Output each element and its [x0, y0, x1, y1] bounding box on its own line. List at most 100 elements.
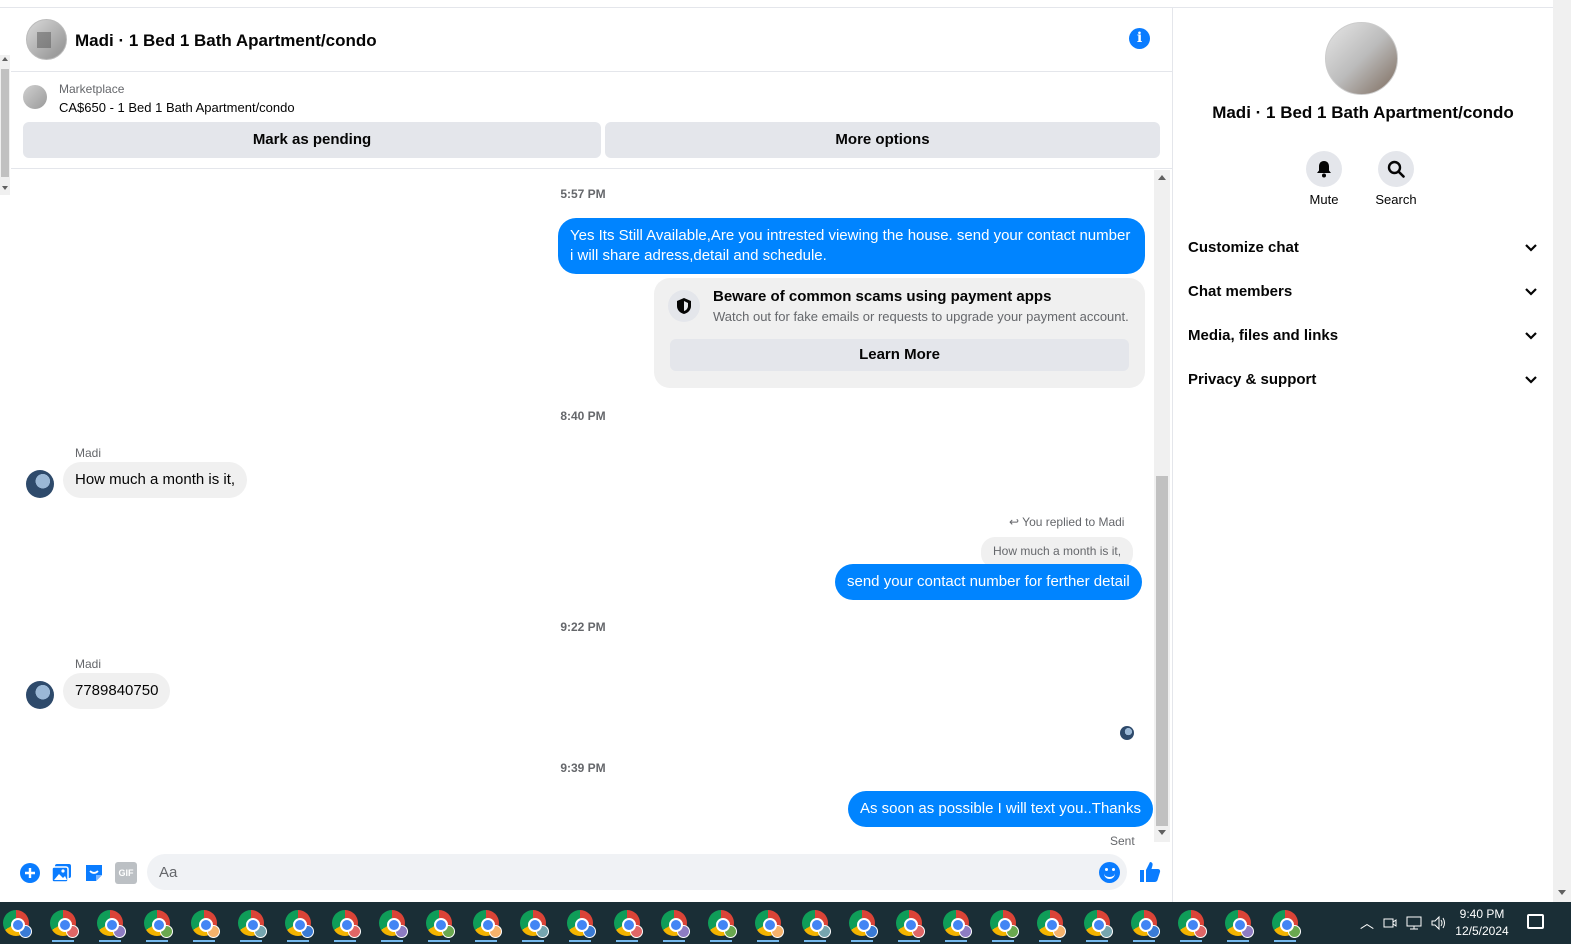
mark-as-pending-button[interactable]: Mark as pending — [23, 122, 601, 158]
more-options-button[interactable]: More options — [605, 122, 1160, 158]
bell-icon — [1317, 161, 1331, 178]
chrome-profile-icon[interactable] — [332, 910, 361, 942]
running-indicator — [240, 940, 262, 942]
chrome-profile-icon[interactable] — [3, 910, 32, 938]
incoming-message[interactable]: How much a month is it, — [63, 462, 248, 498]
running-indicator — [381, 940, 403, 942]
profile-badge-icon — [630, 925, 643, 938]
conversation-name: Madi · 1 Bed 1 Bath Apartment/condo — [1212, 103, 1514, 122]
sticker-icon[interactable] — [83, 862, 105, 884]
message-list[interactable]: 5:57 PM Yes Its Still Available,Are you … — [11, 170, 1172, 848]
profile-badge-icon — [771, 925, 784, 938]
scam-warning-title: Beware of common scams using payment app… — [713, 288, 1052, 305]
volume-icon[interactable] — [1430, 915, 1448, 931]
scroll-down-arrow-icon[interactable] — [2, 186, 8, 190]
chrome-profile-icon[interactable] — [1272, 910, 1301, 942]
running-indicator — [851, 940, 873, 942]
chrome-profile-icon[interactable] — [426, 910, 455, 942]
message-input[interactable] — [147, 854, 1127, 890]
listing-profile-picture[interactable] — [1325, 22, 1398, 95]
profile-badge-icon — [348, 925, 361, 938]
left-scrollbar[interactable] — [0, 55, 10, 195]
plus-icon[interactable] — [19, 862, 41, 884]
chrome-profile-icon[interactable] — [1131, 910, 1160, 942]
show-hidden-icons-chevron-icon[interactable]: ︿ — [1360, 913, 1374, 933]
outgoing-message[interactable]: send your contact number for ferther det… — [835, 564, 1142, 600]
privacy-support-section[interactable]: Privacy & support — [1188, 368, 1538, 392]
emoji-icon[interactable] — [1099, 862, 1120, 883]
profile-badge-icon — [1288, 925, 1301, 938]
message-scrollbar[interactable] — [1154, 170, 1170, 842]
meet-now-icon[interactable] — [1383, 915, 1397, 931]
sender-avatar[interactable] — [26, 470, 54, 498]
search-button[interactable] — [1378, 151, 1414, 187]
listing-thumbnail[interactable] — [23, 85, 47, 109]
profile-badge-icon — [1053, 925, 1066, 938]
system-clock[interactable]: 9:40 PM 12/5/2024 — [1448, 906, 1516, 940]
running-indicator — [1133, 940, 1155, 942]
running-indicator — [663, 940, 685, 942]
learn-more-button[interactable]: Learn More — [670, 339, 1129, 371]
window-top-strip — [0, 0, 1571, 8]
chrome-profile-icon[interactable] — [379, 910, 408, 942]
scroll-up-arrow-icon[interactable] — [2, 57, 8, 61]
gif-icon[interactable]: GIF — [115, 862, 137, 884]
chrome-profile-icon[interactable] — [943, 910, 972, 942]
running-indicator — [146, 940, 168, 942]
network-icon[interactable] — [1406, 915, 1424, 931]
chrome-profile-icon[interactable] — [661, 910, 690, 942]
chat-panel: Madi · 1 Bed 1 Bath Apartment/condo i Ma… — [11, 8, 1173, 902]
running-indicator — [475, 940, 497, 942]
chrome-profile-icon[interactable] — [520, 910, 549, 942]
notification-center-icon[interactable] — [1527, 914, 1544, 929]
chrome-profile-icon[interactable] — [708, 910, 737, 942]
section-label: Media, files and links — [1188, 327, 1339, 344]
chevron-down-icon — [1525, 332, 1537, 340]
chrome-profile-icon[interactable] — [849, 910, 878, 942]
chrome-profile-icon[interactable] — [238, 910, 267, 942]
chrome-profile-icon[interactable] — [1225, 910, 1254, 942]
scrollbar-thumb[interactable] — [1156, 476, 1168, 826]
chrome-profile-icon[interactable] — [1084, 910, 1113, 942]
outgoing-message[interactable]: Yes Its Still Available,Are you intreste… — [558, 218, 1145, 274]
chrome-profile-icon[interactable] — [802, 910, 831, 942]
chrome-profile-icon[interactable] — [191, 910, 220, 942]
chrome-profile-icon[interactable] — [285, 910, 314, 942]
chrome-profile-icon[interactable] — [1178, 910, 1207, 942]
running-indicator — [757, 940, 779, 942]
chat-title[interactable]: Madi · 1 Bed 1 Bath Apartment/condo — [75, 31, 377, 51]
chrome-profile-icon[interactable] — [990, 910, 1019, 942]
media-files-links-section[interactable]: Media, files and links — [1188, 324, 1538, 348]
incoming-message[interactable]: 7789840750 — [63, 673, 171, 709]
running-indicator — [99, 940, 121, 942]
chat-members-section[interactable]: Chat members — [1188, 280, 1538, 304]
chrome-profile-icon[interactable] — [614, 910, 643, 942]
reply-arrow-icon: ↩ — [1009, 515, 1023, 529]
chrome-profile-icon[interactable] — [567, 910, 596, 942]
listing-avatar[interactable] — [26, 19, 67, 60]
mute-button[interactable] — [1306, 151, 1342, 187]
outgoing-message[interactable]: As soon as possible I will text you..Tha… — [848, 791, 1153, 827]
chrome-profile-icon[interactable] — [1037, 910, 1066, 942]
chrome-profile-icon[interactable] — [755, 910, 784, 942]
page-scrollbar[interactable] — [1553, 0, 1571, 902]
listing-title[interactable]: CA$650 - 1 Bed 1 Bath Apartment/condo — [59, 100, 295, 115]
customize-chat-section[interactable]: Customize chat — [1188, 236, 1538, 260]
thumbs-up-icon[interactable] — [1138, 860, 1162, 884]
chrome-profile-icon[interactable] — [50, 910, 79, 942]
scroll-up-arrow-icon[interactable] — [1158, 175, 1166, 180]
chrome-profile-icon[interactable] — [473, 910, 502, 942]
chrome-profile-icon[interactable] — [97, 910, 126, 942]
section-label: Customize chat — [1188, 239, 1299, 256]
info-icon[interactable]: i — [1129, 28, 1150, 49]
chrome-profile-icon[interactable] — [896, 910, 925, 942]
scroll-down-arrow-icon[interactable] — [1158, 830, 1166, 835]
running-indicator — [804, 940, 826, 942]
sender-avatar[interactable] — [26, 681, 54, 709]
profile-badge-icon — [912, 925, 925, 938]
message-composer: GIF — [11, 846, 1172, 902]
photo-icon[interactable] — [51, 862, 73, 884]
scrollbar-thumb[interactable] — [1, 69, 9, 177]
chrome-profile-icon[interactable] — [144, 910, 173, 942]
scroll-down-arrow-icon[interactable] — [1558, 890, 1566, 895]
